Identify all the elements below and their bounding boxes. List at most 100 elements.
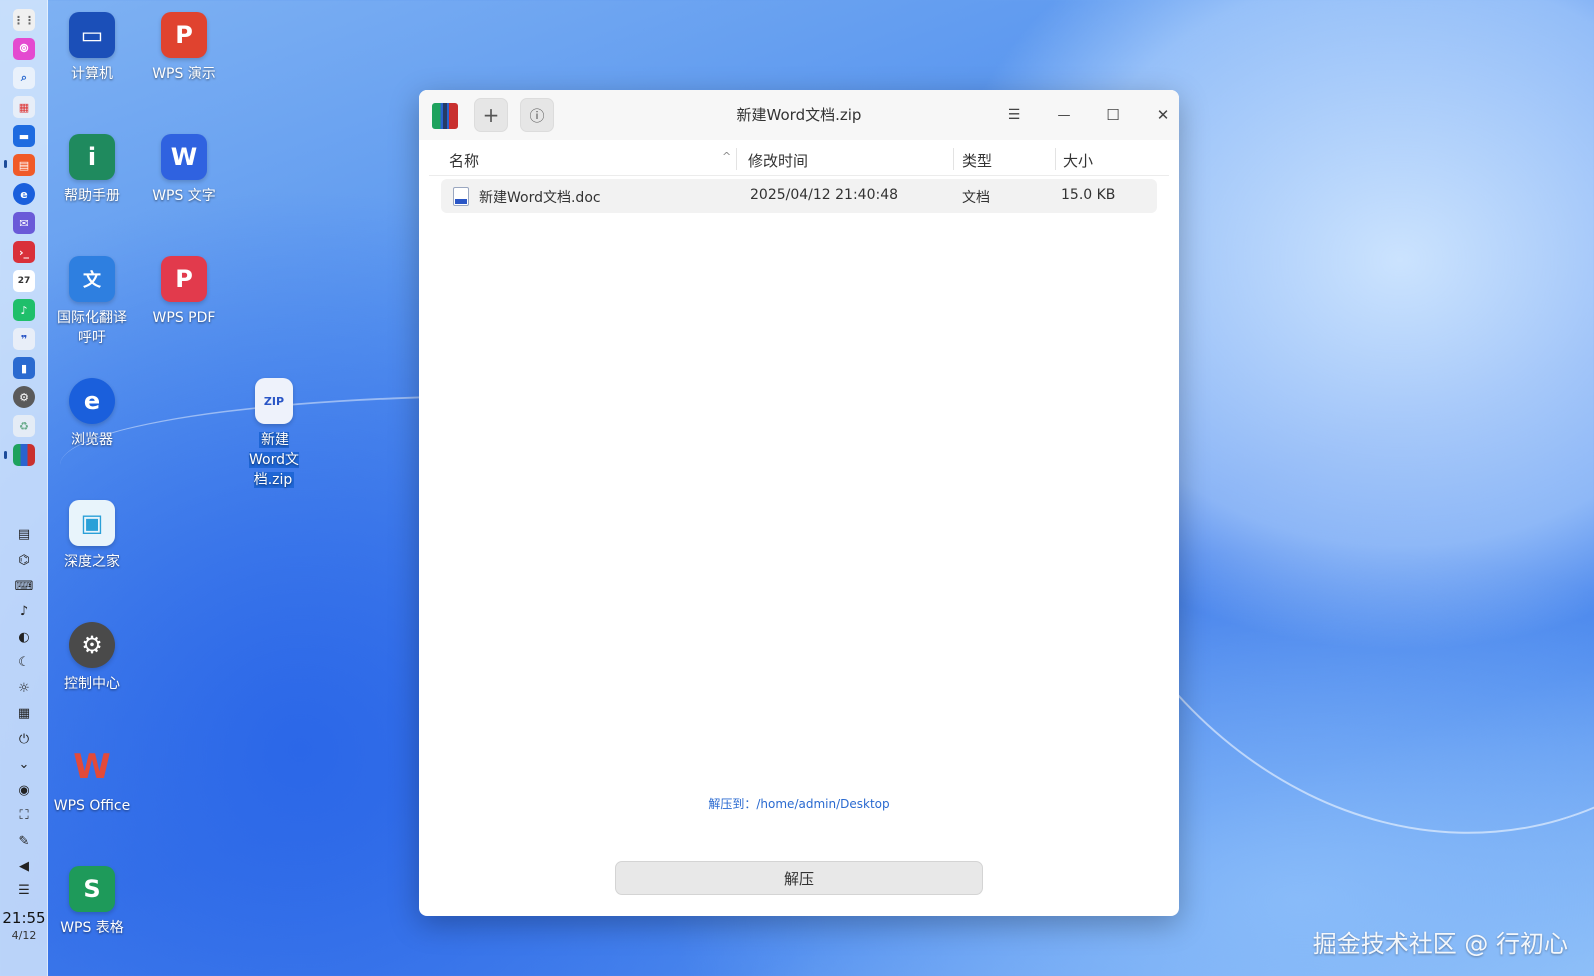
document-viewer-icon[interactable]: ❞ [13, 328, 35, 350]
archive-app-icon [432, 103, 458, 129]
extract-to-label: 解压到： [708, 797, 757, 811]
wps-spreadsheet-icon: S [69, 866, 115, 912]
desktop-icon-control-center[interactable]: ⚙ 控制中心 [52, 622, 132, 694]
desktop-icon-wps-writer[interactable]: W WPS 文字 [144, 134, 224, 206]
column-header-modified[interactable]: 修改时间 [748, 150, 808, 171]
sort-ascending-icon[interactable]: ^ [722, 150, 731, 163]
add-file-button[interactable]: + [474, 98, 508, 132]
word-document-icon [453, 187, 469, 206]
desktop-icon-wps-office[interactable]: W WPS Office [52, 744, 132, 816]
screenshot-icon[interactable]: ⛶ [15, 806, 33, 824]
column-separator[interactable] [1055, 148, 1056, 170]
desktop-icon-label: 浏览器 [71, 432, 113, 448]
desktop-icon-wps-presentation[interactable]: P WPS 演示 [144, 12, 224, 84]
system-monitor-icon[interactable]: ▮ [13, 357, 35, 379]
close-button[interactable]: ✕ [1150, 102, 1176, 128]
clock-time[interactable]: 21:55 [0, 909, 48, 927]
desktop-icon-deepin-home[interactable]: ▣ 深度之家 [52, 500, 132, 572]
desktop-icon-label: 控制中心 [64, 676, 120, 692]
desktop-icon-translate[interactable]: 文 国际化翻译呼吁 [52, 256, 132, 348]
network-icon[interactable]: ⌬ [15, 551, 33, 569]
desktop-icon-label: WPS 文字 [152, 188, 216, 204]
browser-icon[interactable]: e [13, 183, 35, 205]
file-modified: 2025/04/12 21:40:48 [750, 187, 899, 203]
storage-icon[interactable]: ☰ [15, 881, 33, 899]
menu-button[interactable]: ☰ [1001, 102, 1027, 128]
mail-icon[interactable]: ✉ [13, 212, 35, 234]
extract-destination[interactable]: 解压到：/home/admin/Desktop [419, 795, 1179, 812]
close-icon: ✕ [1156, 106, 1170, 124]
file-manager-icon[interactable]: ▬ [13, 125, 35, 147]
wps-presentation-icon: P [161, 12, 207, 58]
desktop-icon-label: 计算机 [71, 66, 113, 82]
plus-icon: + [482, 103, 500, 127]
watermark: 掘金技术社区 @ 行初心 [1312, 930, 1568, 958]
column-header-type[interactable]: 类型 [962, 150, 992, 171]
running-indicator [4, 451, 7, 459]
manual-icon: i [69, 134, 115, 180]
chevron-down-icon[interactable]: ⌄ [15, 755, 33, 773]
launcher-icon[interactable]: ⋮⋮ [13, 9, 35, 31]
music-icon[interactable]: ♪ [13, 299, 35, 321]
extract-to-path[interactable]: /home/admin/Desktop [756, 797, 889, 811]
settings-icon[interactable]: ⚙ [13, 386, 35, 408]
file-type: 文档 [962, 190, 990, 206]
wps-office-icon: W [73, 747, 111, 787]
control-center-icon: ⚙ [69, 622, 115, 668]
desktop-icon-wps-pdf[interactable]: P WPS PDF [144, 256, 224, 328]
multitask-icon[interactable]: ▦ [13, 96, 35, 118]
desktop-icon-label: 国际化翻译呼吁 [57, 310, 127, 346]
brightness-icon[interactable]: ☼ [15, 679, 33, 697]
menu-icon: ☰ [1007, 107, 1021, 123]
desktop-icon-label: WPS PDF [152, 310, 216, 326]
wps-pdf-icon: P [161, 256, 207, 302]
notification-icon[interactable]: ♪ [15, 602, 33, 620]
table-row[interactable]: 新建Word文档.doc 2025/04/12 21:40:48 文档 15.0… [441, 179, 1157, 213]
clock-date: 4/12 [11, 929, 37, 942]
zip-file-icon: ZIP [255, 378, 293, 424]
keyboard-icon[interactable]: ⌨ [15, 577, 34, 595]
desktop-icon-zip-file[interactable]: ZIP 新建Word文档.zip [234, 378, 314, 490]
extract-button[interactable]: 解压 [615, 861, 983, 895]
calendar-icon[interactable]: 27 [13, 270, 35, 292]
titlebar[interactable]: + ⓘ 新建Word文档.zip ☰ — ☐ ✕ [419, 90, 1179, 140]
archive-window: + ⓘ 新建Word文档.zip ☰ — ☐ ✕ 名称 ^ 修改时间 类型 大小… [419, 90, 1179, 916]
theme-icon[interactable]: ◐ [15, 628, 33, 646]
wps-writer-icon: W [161, 134, 207, 180]
column-separator[interactable] [736, 148, 737, 170]
desktop-icon-label: 新建Word文档.zip [234, 430, 314, 490]
store-icon[interactable]: ▤ [13, 154, 35, 176]
info-button[interactable]: ⓘ [520, 98, 554, 132]
night-mode-icon[interactable]: ☾ [15, 653, 33, 671]
app-store-icon[interactable]: ⦾ [13, 38, 35, 60]
desktop-icon-label-text: 新建Word文档.zip [249, 432, 299, 488]
calculator-icon[interactable]: ▦ [15, 704, 33, 722]
pen-icon[interactable]: ✎ [15, 832, 33, 850]
desktop-icon-wps-spreadsheet[interactable]: S WPS 表格 [52, 866, 132, 938]
computer-icon: ▭ [69, 12, 115, 58]
clipboard-icon[interactable]: ▤ [15, 525, 33, 543]
archive-manager-icon[interactable] [13, 444, 35, 466]
deepin-home-icon: ▣ [69, 500, 115, 546]
desktop-icon-manual[interactable]: i 帮助手册 [52, 134, 132, 206]
power-icon[interactable]: ⏻ [15, 730, 33, 748]
terminal-icon[interactable]: ›_ [13, 241, 35, 263]
column-header-size[interactable]: 大小 [1063, 150, 1093, 171]
translate-icon: 文 [69, 256, 115, 302]
dock: ⋮⋮ ⦾ ⌕ ▦ ▬ ▤ e ✉ ›_ 27 ♪ ❞ ▮ ⚙ ♻ ▤ ⌬ ⌨ ♪… [0, 0, 48, 976]
volume-icon[interactable]: ◀ [15, 857, 33, 875]
maximize-button[interactable]: ☐ [1100, 102, 1126, 128]
search-icon[interactable]: ⌕ [13, 67, 35, 89]
minimize-button[interactable]: — [1051, 102, 1077, 128]
maximize-icon: ☐ [1106, 106, 1120, 124]
column-separator[interactable] [953, 148, 954, 170]
trash-icon[interactable]: ♻ [13, 415, 35, 437]
file-name: 新建Word文档.doc [479, 190, 601, 206]
desktop-icon-label: WPS Office [53, 798, 131, 814]
column-header-name[interactable]: 名称 [449, 150, 479, 171]
table-header: 名称 ^ 修改时间 类型 大小 [429, 142, 1169, 176]
record-icon[interactable]: ◉ [15, 781, 33, 799]
desktop-icon-computer[interactable]: ▭ 计算机 [52, 12, 132, 84]
desktop-icon-browser[interactable]: e 浏览器 [52, 378, 132, 450]
minimize-icon: — [1057, 107, 1071, 123]
